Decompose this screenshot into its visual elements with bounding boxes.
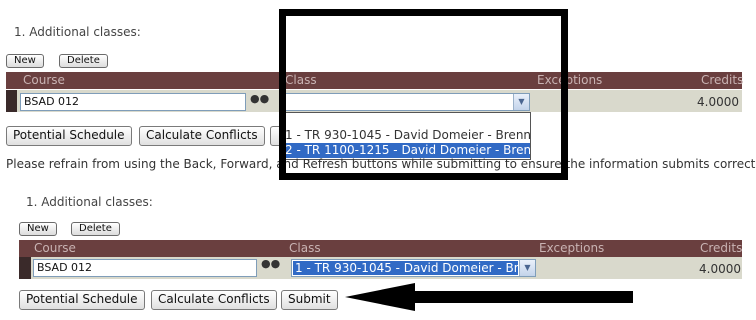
row-marker-top	[6, 90, 17, 112]
binoculars-icon[interactable]: ●●	[261, 257, 280, 270]
callout-box	[279, 9, 568, 180]
column-credits: Credits	[700, 241, 743, 255]
chevron-down-icon[interactable]: ▼	[519, 260, 535, 276]
row-marker-bottom	[19, 257, 31, 279]
calculate-conflicts-button-bottom[interactable]: Calculate Conflicts	[151, 290, 277, 310]
column-exceptions: Exceptions	[539, 241, 605, 255]
potential-schedule-label-top: Potential Schedule	[13, 128, 125, 142]
submit-label: Submit	[288, 292, 331, 306]
calculate-conflicts-button-top[interactable]: Calculate Conflicts	[139, 126, 265, 146]
class-select-value-bottom: 1 - TR 930-1045 - David Domeier - Brenna…	[293, 261, 518, 275]
course-input-top[interactable]: BSAD 012	[20, 93, 246, 111]
binoculars-icon[interactable]: ●●	[250, 92, 269, 105]
column-course: Course	[23, 73, 65, 87]
table-header-bottom: Course Class Exceptions Credits	[19, 240, 742, 257]
column-credits: Credits	[701, 73, 744, 87]
submit-button[interactable]: Submit	[281, 290, 338, 310]
section-title-top: 1. Additional classes:	[14, 25, 141, 39]
new-button-bottom[interactable]: New	[19, 222, 57, 236]
arrow-icon	[345, 283, 633, 311]
new-button-top[interactable]: New	[6, 54, 44, 68]
potential-schedule-button-bottom[interactable]: Potential Schedule	[19, 290, 145, 310]
section-title-bottom: 1. Additional classes:	[26, 195, 153, 209]
calculate-conflicts-label-bottom: Calculate Conflicts	[158, 292, 270, 306]
column-class: Class	[289, 241, 321, 255]
credits-value-top: 4.0000	[697, 95, 739, 109]
potential-schedule-button-top[interactable]: Potential Schedule	[6, 126, 132, 146]
class-select-bottom[interactable]: 1 - TR 930-1045 - David Domeier - Brenna…	[291, 259, 536, 277]
credits-value-bottom: 4.0000	[699, 262, 741, 276]
delete-button-top[interactable]: Delete	[59, 54, 108, 68]
calculate-conflicts-label-top: Calculate Conflicts	[146, 128, 258, 142]
delete-button-bottom[interactable]: Delete	[71, 222, 120, 236]
potential-schedule-label-bottom: Potential Schedule	[26, 292, 138, 306]
course-input-bottom[interactable]: BSAD 012	[33, 259, 257, 277]
column-course: Course	[34, 241, 76, 255]
